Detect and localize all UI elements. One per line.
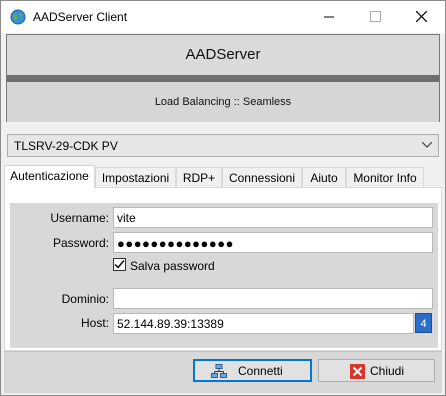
header-banner: AADServer Load Balancing :: Seamless xyxy=(6,34,440,122)
connect-button-label: Connetti xyxy=(238,364,283,378)
auth-panel: Username: vite Password: ●●●●●●●●●●●●●● … xyxy=(4,187,442,351)
tab-impostazioni[interactable]: Impostazioni xyxy=(95,167,176,188)
password-field[interactable]: ●●●●●●●●●●●●●● xyxy=(113,232,433,253)
server-dropdown-value: TLSRV-29-CDK PV xyxy=(14,139,118,153)
close-x-icon xyxy=(350,364,365,379)
title-bar[interactable]: AADServer Client xyxy=(1,1,445,33)
host-history-badge[interactable]: 4 xyxy=(415,313,432,333)
username-field[interactable]: vite xyxy=(113,207,433,228)
network-icon xyxy=(211,364,227,378)
maximize-icon xyxy=(370,11,381,22)
minimize-icon xyxy=(324,16,334,18)
header-title: AADServer xyxy=(7,35,439,75)
window-title: AADServer Client xyxy=(33,10,128,24)
close-button-label: Chiudi xyxy=(370,364,405,378)
domain-field[interactable] xyxy=(113,288,433,309)
globe-icon xyxy=(10,9,26,25)
header-subtitle: Load Balancing :: Seamless xyxy=(7,82,439,122)
password-label: Password: xyxy=(52,236,109,250)
maximize-button[interactable] xyxy=(353,1,399,33)
username-label: Username: xyxy=(50,211,109,225)
close-window-button[interactable] xyxy=(399,1,445,33)
chevron-down-icon xyxy=(422,142,432,148)
save-password-label: Salva password xyxy=(130,259,215,273)
tab-rdp[interactable]: RDP+ xyxy=(176,167,222,188)
connect-button[interactable]: Connetti xyxy=(193,359,312,382)
minimize-button[interactable] xyxy=(307,1,353,33)
server-dropdown[interactable]: TLSRV-29-CDK PV xyxy=(7,134,439,157)
header-divider xyxy=(7,75,439,82)
host-field[interactable]: 52.144.89.39:13389 xyxy=(113,313,414,334)
app-window: AADServer Client AADServer Load Balancin… xyxy=(0,0,446,396)
tab-autenticazione[interactable]: Autenticazione xyxy=(4,165,95,189)
checkmark-icon xyxy=(114,260,125,269)
close-icon xyxy=(416,11,427,22)
tab-monitor-info[interactable]: Monitor Info xyxy=(346,167,424,188)
tab-connessioni[interactable]: Connessioni xyxy=(222,167,302,188)
save-password-checkbox[interactable] xyxy=(113,258,126,271)
domain-label: Dominio: xyxy=(61,292,109,306)
close-button[interactable]: Chiudi xyxy=(318,359,435,382)
tab-aiuto[interactable]: Aiuto xyxy=(302,167,346,188)
host-label: Host: xyxy=(80,316,109,330)
auth-form: Username: vite Password: ●●●●●●●●●●●●●● … xyxy=(10,203,438,348)
